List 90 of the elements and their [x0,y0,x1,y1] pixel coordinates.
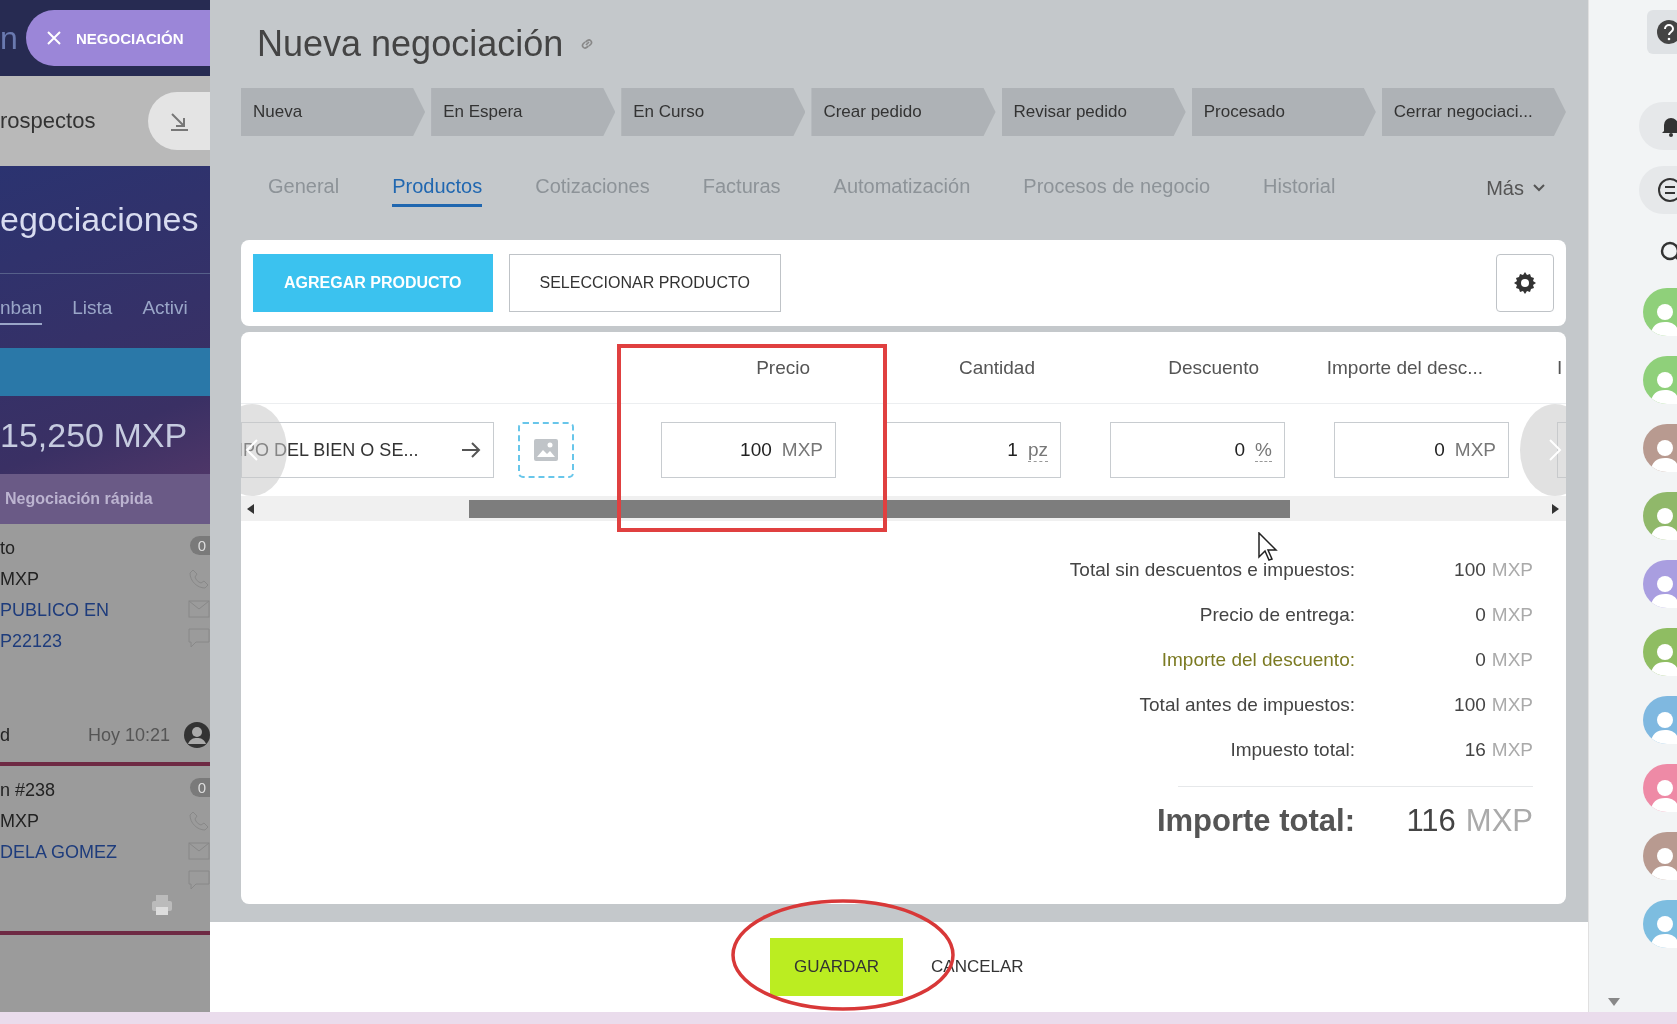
mail-icon [188,600,210,618]
user-avatar[interactable] [1643,356,1677,404]
client-link[interactable]: P22123 [0,631,63,652]
total-label: Total antes de impuestos: [1139,693,1355,716]
stage-step[interactable]: En Espera [431,88,616,136]
deal-badge[interactable]: NEGOCIACIÓN [26,10,210,66]
total-label: Importe del descuento: [1161,648,1355,671]
comment-icon [188,870,210,890]
phone-icon [188,568,210,590]
user-avatar[interactable] [1643,696,1677,744]
column-header: Cantidad [958,356,1035,379]
view-tab[interactable]: Lista [72,297,113,325]
chevron-down-icon [1532,183,1546,193]
notifications-button[interactable] [1639,102,1677,150]
page-heading: egociaciones [0,200,199,239]
stage-step[interactable]: Cerrar negociaci... [1381,88,1566,136]
stage-step[interactable]: Nueva [241,88,426,136]
settings-icon [1513,271,1537,295]
comment-icon [188,628,210,648]
total-value: 0 MXP [1474,603,1533,626]
deal-title: Nueva negociación [257,23,564,65]
user-avatar[interactable] [1643,764,1677,812]
user-icon [184,722,210,748]
deal-text: MXP [0,811,39,832]
total-value: 16 MXP [1463,738,1533,761]
grand-total-value: 116 MXP [1405,803,1533,839]
column-header: Descuento [1168,356,1259,379]
view-tab[interactable]: Activi [142,297,188,325]
deal-text: MXP [0,569,39,590]
client-link[interactable]: PUBLICO EN [0,600,110,621]
select-product-button[interactable]: SELECCIONAR PRODUCTO [508,254,781,312]
user-avatar[interactable] [1643,492,1677,540]
user-avatar[interactable] [1643,288,1677,336]
client-link[interactable]: DELA GOMEZ [0,842,118,863]
phone-icon [188,810,210,832]
arrow-right-icon [461,442,481,458]
deal-text: n #238 [0,780,56,801]
chat-icon [1657,177,1677,203]
stage-step[interactable]: Revisar pedido [1001,88,1186,136]
counter-badge: 0 [189,778,210,797]
image-placeholder[interactable] [518,422,574,478]
deal-time: Hoy 10:21 [87,724,170,746]
image-icon [534,439,558,461]
deal-text: d [0,724,10,746]
scroll-left-icon[interactable] [247,503,255,514]
user-avatar[interactable] [1643,628,1677,676]
help-icon [1657,20,1677,44]
stage-step[interactable]: Procesado [1191,88,1376,136]
column-header: Importe del desc... [1326,356,1483,379]
print-icon[interactable] [150,893,174,917]
scroll-down-icon[interactable] [1608,998,1620,1006]
save-button[interactable]: GUARDAR [770,938,903,996]
value-field[interactable]: 1 pz [886,422,1061,478]
user-avatar[interactable] [1643,832,1677,880]
column-header: Precio [756,356,810,379]
user-avatar[interactable] [1643,560,1677,608]
counter-badge: 0 [189,536,210,555]
value-field[interactable]: 0 MXP [1334,422,1509,478]
chevron-right-icon [1548,438,1562,462]
view-tab[interactable]: nban [0,297,43,325]
app-title: n [0,19,19,57]
mail-icon [188,842,210,860]
deal-text: to [0,538,15,559]
value-field[interactable]: 0 % [1110,422,1285,478]
user-avatar[interactable] [1643,424,1677,472]
column-sum: 15,250 MXP [0,415,188,455]
cursor-icon [1258,532,1278,562]
total-value: 100 MXP [1453,558,1533,581]
collapse-button[interactable] [148,92,210,150]
total-label: Impuesto total: [1230,738,1355,761]
more-tab[interactable]: Más [1486,176,1546,200]
value-field[interactable]: 100 MXP [661,422,836,478]
user-avatar[interactable] [1643,900,1677,948]
settings-button[interactable] [1496,254,1554,312]
stage-step[interactable]: En Curso [621,88,806,136]
column-header: I [1557,356,1563,379]
stage-step[interactable]: Crear pedido [811,88,996,136]
total-label: Total sin descuentos e impuestos: [1069,558,1355,581]
horizontal-scrollbar[interactable] [241,496,1566,521]
close-icon [46,30,62,46]
total-label: Precio de entrega: [1199,603,1355,626]
chat-button[interactable] [1639,166,1677,214]
collapse-icon [168,110,190,132]
total-value: 0 MXP [1474,648,1533,671]
scroll-right-icon[interactable] [1552,503,1560,514]
tab[interactable]: Productos [392,169,483,207]
section-title: rospectos [0,108,96,134]
grand-total-label: Importe total: [1156,803,1355,839]
total-value: 100 MXP [1453,693,1533,716]
help-button[interactable] [1647,10,1677,54]
